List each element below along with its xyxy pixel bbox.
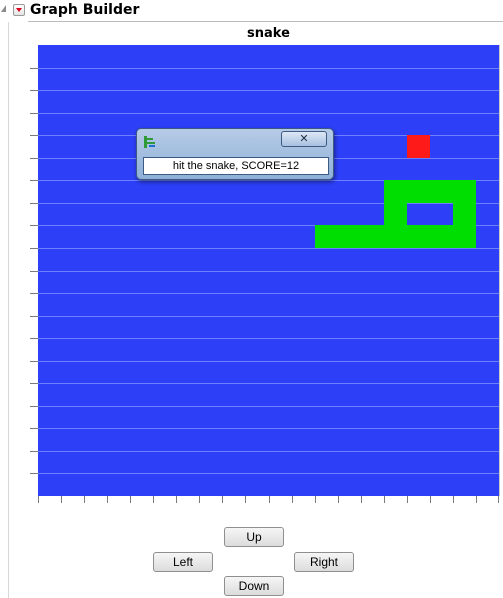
board-gridline (38, 316, 499, 317)
x-tick (222, 496, 223, 503)
snake-segment (361, 225, 384, 248)
red-menu-triangle-icon[interactable] (13, 4, 25, 16)
down-button[interactable]: Down (224, 576, 284, 596)
chart-title: snake (247, 26, 290, 41)
outline-border (8, 22, 9, 598)
y-tick (30, 113, 38, 114)
x-tick (315, 496, 316, 503)
board-gridline (38, 428, 499, 429)
score-message: hit the snake, SCORE=12 (143, 157, 329, 175)
snake-segment (407, 180, 430, 203)
x-axis (38, 496, 499, 506)
snake-segment (430, 180, 453, 203)
y-tick (30, 68, 38, 69)
x-tick (84, 496, 85, 503)
board-gridline (38, 473, 499, 474)
x-tick (107, 496, 108, 503)
disclosure-icon[interactable] (1, 5, 6, 12)
board-border (499, 45, 500, 496)
y-tick (30, 451, 38, 452)
food-cell (407, 135, 430, 158)
y-tick (30, 248, 38, 249)
score-dialog: ✕ hit the snake, SCORE=12 (136, 128, 334, 180)
x-tick (176, 496, 177, 503)
snake-segment (384, 203, 407, 225)
title-divider (28, 21, 503, 22)
snake-segment (453, 180, 476, 203)
x-tick (245, 496, 246, 503)
snake-segment (384, 180, 407, 203)
x-tick (61, 496, 62, 503)
board-gridline (38, 383, 499, 384)
snake-segment (384, 225, 407, 248)
x-tick (38, 496, 39, 503)
board-gridline (38, 113, 499, 114)
board-gridline (38, 203, 499, 204)
snake-segment (407, 225, 430, 248)
x-tick (430, 496, 431, 503)
y-tick (30, 428, 38, 429)
board-gridline (38, 90, 499, 91)
y-tick (30, 271, 38, 272)
y-tick (30, 180, 38, 181)
left-button[interactable]: Left (153, 552, 213, 572)
board-gridline (38, 271, 499, 272)
x-tick (498, 496, 499, 503)
window-title: Graph Builder (30, 2, 140, 18)
snake-segment (315, 225, 338, 248)
x-tick (384, 496, 385, 503)
board-gridline (38, 451, 499, 452)
y-axis (30, 45, 38, 496)
board-gridline (38, 406, 499, 407)
board-gridline (38, 248, 499, 249)
y-tick (30, 90, 38, 91)
x-tick (153, 496, 154, 503)
right-button[interactable]: Right (294, 552, 354, 572)
x-tick (269, 496, 270, 503)
y-tick (30, 406, 38, 407)
x-tick (453, 496, 454, 503)
title-bar: Graph Builder (0, 0, 503, 22)
board-gridline (38, 68, 499, 69)
snake-segment (453, 225, 476, 248)
y-tick (30, 383, 38, 384)
y-tick (30, 225, 38, 226)
board-gridline (38, 293, 499, 294)
snake-segment (430, 225, 453, 248)
y-tick (30, 135, 38, 136)
y-tick (30, 203, 38, 204)
x-tick (338, 496, 339, 503)
y-tick (30, 316, 38, 317)
y-tick (30, 158, 38, 159)
x-tick (199, 496, 200, 503)
y-tick (30, 473, 38, 474)
close-icon[interactable]: ✕ (281, 131, 327, 147)
y-tick (30, 293, 38, 294)
y-tick (30, 338, 38, 339)
x-tick (292, 496, 293, 503)
board-gridline (38, 338, 499, 339)
x-tick (476, 496, 477, 503)
snake-segment (338, 225, 361, 248)
x-tick (361, 496, 362, 503)
y-tick (30, 361, 38, 362)
board-gridline (38, 361, 499, 362)
x-tick (130, 496, 131, 503)
jmp-app-icon (144, 136, 155, 148)
snake-segment (453, 203, 476, 225)
x-tick (407, 496, 408, 503)
game-board (38, 45, 499, 496)
up-button[interactable]: Up (224, 527, 284, 547)
